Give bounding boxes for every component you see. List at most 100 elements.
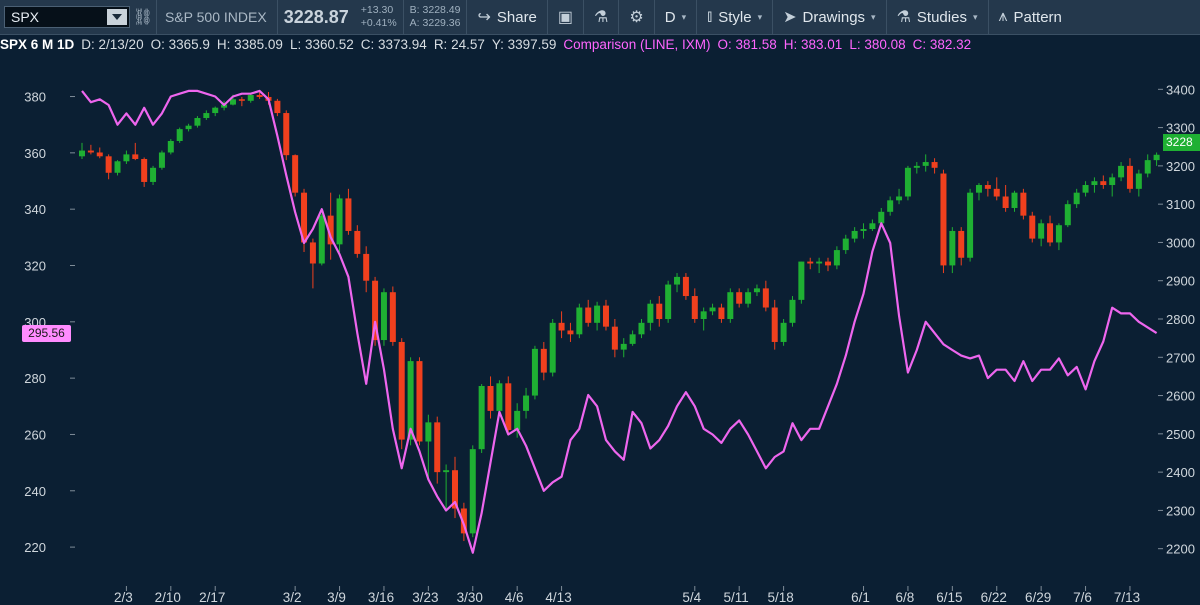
comparison-axis-label: 240: [24, 484, 46, 499]
symbol-selector[interactable]: SPX: [4, 6, 130, 28]
style-icon: ⫾: [707, 8, 713, 25]
comparison-line: [81, 89, 1158, 554]
candle-body: [709, 307, 716, 312]
comparison-axis-label: 380: [24, 90, 46, 105]
candle-body: [1126, 165, 1133, 189]
candle-body: [167, 140, 174, 153]
candle-body: [185, 125, 192, 130]
candle-body: [354, 230, 361, 254]
net-change: +13.30: [360, 4, 394, 16]
symbol-text: SPX: [11, 9, 40, 25]
style-button[interactable]: ⫾ Style ▾: [697, 8, 772, 26]
candle-body: [904, 167, 911, 197]
time-axis-label: 5/4: [682, 590, 701, 605]
candle-body: [700, 311, 707, 319]
alert-button[interactable]: ▣: [548, 7, 583, 27]
candle-body: [842, 238, 849, 251]
candle-body: [274, 100, 281, 114]
last-price-badge: 3228: [1163, 134, 1200, 151]
candle-body: [665, 284, 672, 319]
candle-body: [949, 230, 956, 266]
candle-body: [620, 343, 627, 350]
candle-body: [745, 292, 752, 304]
candle-body: [540, 348, 547, 373]
price-axis-label: 3100: [1166, 197, 1195, 212]
comparison-axis-label: 320: [24, 258, 46, 273]
candle-body: [602, 305, 609, 327]
candle-body: [984, 185, 991, 189]
candle-body: [505, 383, 512, 431]
candle-body: [416, 361, 423, 442]
link-icon[interactable]: ⛓: [130, 7, 156, 27]
pattern-icon: ⩚: [998, 8, 1008, 25]
candle-body: [860, 229, 867, 231]
candle-body: [611, 326, 618, 350]
chevron-down-icon: ▾: [972, 11, 978, 22]
patterns-label: Pattern: [1013, 8, 1062, 26]
candle-body: [256, 95, 263, 97]
aggregation-button[interactable]: D ▾: [655, 9, 696, 26]
pct-change: +0.41%: [360, 17, 397, 29]
candle-body: [1135, 173, 1142, 189]
candle-body: [1144, 160, 1151, 174]
candle-body: [691, 296, 698, 319]
candle-body: [1082, 185, 1089, 193]
patterns-button[interactable]: ⩚ Pattern: [989, 8, 1072, 26]
candle-body: [1011, 192, 1018, 208]
candle-body: [931, 162, 938, 168]
candle-body: [727, 292, 734, 319]
candle-body: [1047, 223, 1054, 243]
candle-body: [478, 385, 485, 450]
dropdown-caret-icon[interactable]: [107, 9, 127, 25]
last-price: 3228.87: [283, 6, 349, 27]
candle-body: [531, 348, 538, 396]
candle-body: [1002, 196, 1009, 208]
candle-body: [869, 223, 876, 230]
comparison-price-badge: 295.56: [22, 325, 71, 342]
candle-body: [674, 276, 681, 285]
time-axis-label: 6/22: [981, 590, 1007, 605]
candle-body: [176, 129, 183, 141]
price-axis-label: 3000: [1166, 235, 1195, 250]
price-axis-label: 2900: [1166, 274, 1195, 289]
candle-body: [647, 303, 654, 323]
candle-body: [487, 385, 494, 411]
candle-body: [123, 154, 130, 162]
price-axis-label: 2400: [1166, 465, 1195, 480]
candle-body: [922, 162, 929, 166]
settings-button[interactable]: ⚙: [619, 7, 653, 27]
candle-body: [1064, 204, 1071, 226]
candle-body: [798, 261, 805, 300]
candle-body: [87, 150, 94, 153]
drawings-button[interactable]: ➤ Drawings ▾: [773, 7, 885, 27]
price-axis-label: 3400: [1166, 82, 1195, 97]
candle-body: [425, 422, 432, 442]
candle-body: [132, 154, 139, 159]
candle-body: [585, 307, 592, 323]
time-axis-label: 3/16: [368, 590, 394, 605]
flask-button[interactable]: ⚗: [584, 7, 618, 27]
price-axis-label: 2200: [1166, 542, 1195, 557]
candle-body: [718, 307, 725, 319]
price-axis-label: 2600: [1166, 389, 1195, 404]
candle-body: [1091, 181, 1098, 186]
share-button[interactable]: ↪ Share: [467, 7, 546, 27]
candle-body: [1038, 223, 1045, 239]
candle-body: [1109, 177, 1116, 186]
flask-icon: ⚗: [594, 9, 609, 26]
time-axis-label: 5/18: [767, 590, 793, 605]
studies-button[interactable]: ⚗ Studies ▾: [887, 7, 988, 27]
candle-body: [318, 215, 325, 264]
chevron-down-icon: ▾: [681, 11, 687, 22]
candle-body: [434, 422, 441, 473]
chevron-down-icon: ▾: [871, 11, 876, 22]
candle-body: [389, 292, 396, 342]
time-axis-label: 7/6: [1073, 590, 1092, 605]
candle-body: [1029, 215, 1036, 239]
candle-body: [1100, 181, 1107, 186]
time-axis-label: 3/9: [327, 590, 346, 605]
candle-body: [576, 307, 583, 335]
time-axis-label: 3/23: [412, 590, 438, 605]
price-chart[interactable]: 220240260280300320340360380 220023002400…: [0, 34, 1200, 605]
ask-price: A: 3229.36: [409, 17, 461, 29]
